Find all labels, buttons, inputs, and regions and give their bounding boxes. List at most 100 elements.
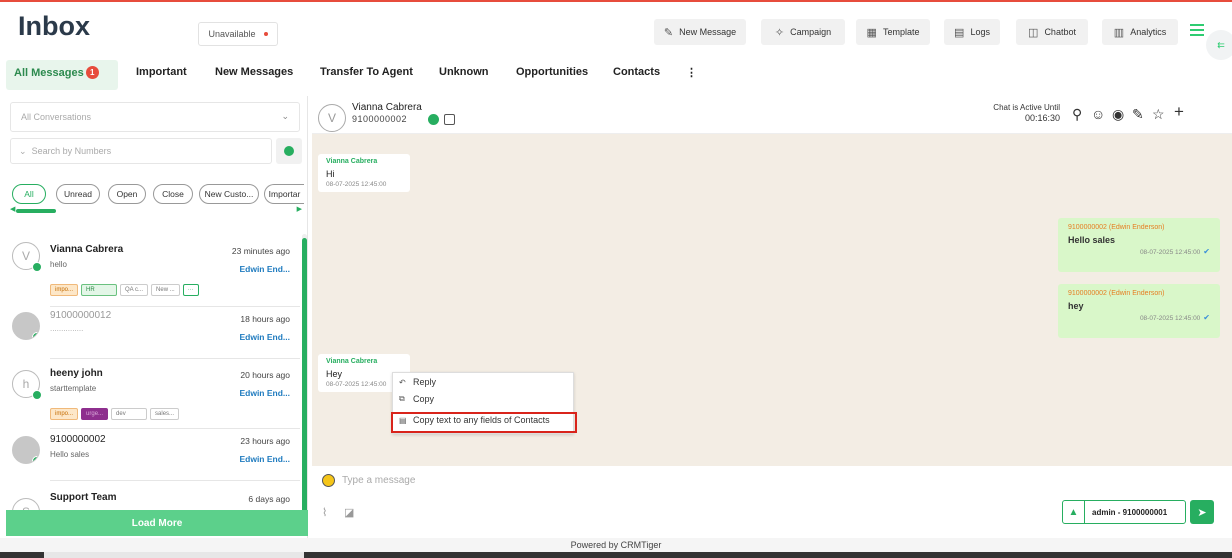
search-button[interactable]	[276, 138, 302, 164]
filter-chip-open[interactable]: Open	[108, 184, 146, 204]
conversation-filter-value: All Conversations	[21, 112, 92, 122]
taskbar-strip	[0, 552, 1232, 558]
chevron-up-icon[interactable]: ▲	[1063, 501, 1085, 523]
message-text: Hey	[326, 369, 343, 379]
add-icon[interactable]: +	[1174, 102, 1184, 122]
chat-contact-name: Vianna Cabrera	[352, 102, 422, 113]
analytics-icon: ▥	[1113, 26, 1125, 39]
message-input[interactable]: Type a message	[342, 475, 415, 486]
more-tabs-icon[interactable]: ⋮	[686, 66, 697, 79]
search-input[interactable]: ⌄ Search by Numbers	[10, 138, 272, 164]
edit-icon[interactable]: ✎	[1132, 106, 1144, 123]
campaign-icon: ✧	[774, 26, 785, 39]
list-item[interactable]: 91000000012 ............... 18 hours ago…	[6, 308, 298, 358]
powered-by-footer: Powered by CRMTiger	[0, 538, 1232, 552]
tab-unknown[interactable]: Unknown	[439, 66, 489, 78]
message-text: Hi	[326, 169, 335, 179]
incoming-message[interactable]: Vianna Cabrera Hi 08-07-2025 12:45:00	[318, 154, 410, 192]
copy-label: Copy	[413, 394, 435, 404]
conversation-scroll-thumb[interactable]	[302, 238, 307, 523]
list-item[interactable]: 9100000002 Hello sales 23 hours ago Edwi…	[6, 430, 298, 480]
list-item[interactable]: h heeny john starttemplate 20 hours ago …	[6, 362, 298, 428]
divider	[50, 306, 300, 307]
conversation-sidebar: All Conversations ⌄ ⌄ Search by Numbers …	[6, 96, 308, 538]
tab-contacts[interactable]: Contacts	[613, 66, 660, 78]
load-more-button[interactable]: Load More	[6, 510, 308, 536]
new-message-icon: ✎	[663, 26, 674, 39]
outgoing-message[interactable]: 9100000002 (Edwin Enderson) Hello sales …	[1058, 218, 1220, 272]
message-timestamp: 08-07-2025 12:45:00	[1139, 249, 1201, 256]
conversation-scrollbar[interactable]	[302, 234, 307, 534]
reply-icon: ↶	[399, 377, 406, 387]
hamburger-menu-icon[interactable]	[1190, 24, 1204, 36]
send-button[interactable]: ➤	[1190, 500, 1214, 524]
filter-chip-important[interactable]: Importar	[264, 184, 304, 204]
tab-all-messages[interactable]: All Messages 1	[14, 66, 99, 79]
sender-select[interactable]: ▲ admin - 9100000001	[1062, 500, 1186, 524]
add-user-icon[interactable]: ☺	[1091, 106, 1105, 122]
list-item[interactable]: S Support Team 6 days ago	[6, 488, 298, 510]
last-message: hello	[50, 260, 67, 269]
timestamp: 18 hours ago	[240, 314, 290, 324]
template-button[interactable]: ▦ Template	[856, 19, 930, 45]
filter-chip-all[interactable]: All	[12, 184, 46, 204]
emoji-icon[interactable]	[322, 474, 335, 487]
double-check-icon: ✔	[1203, 313, 1210, 322]
message-text: hey	[1068, 301, 1084, 311]
active-until-label: Chat is Active Until	[993, 103, 1060, 112]
template-insert-icon[interactable]: ◪	[344, 506, 354, 519]
list-item[interactable]: V Vianna Cabrera hello 23 minutes ago Ed…	[6, 238, 298, 304]
tab-label: All Messages	[14, 67, 84, 79]
assigned-agent[interactable]: Edwin End...	[239, 264, 290, 274]
chips-scroll-thumb[interactable]	[16, 209, 56, 213]
filter-chip-unread[interactable]: Unread	[56, 184, 100, 204]
copy-menu-item[interactable]: ⧉ Copy	[399, 394, 434, 404]
message-composer: Type a message ⌇ ◪ ▲ admin - 9100000001 …	[312, 466, 1232, 538]
tab-new-messages[interactable]: New Messages	[215, 66, 293, 78]
message-meta: 08-07-2025 12:45:00 ✔	[1068, 247, 1210, 256]
chatbot-button[interactable]: ◫ Chatbot	[1016, 19, 1088, 45]
campaign-button[interactable]: ✧ Campaign	[761, 19, 845, 45]
divider	[50, 480, 300, 481]
contact-name: 91000000012	[50, 310, 112, 321]
active-until-time: 00:16:30	[1024, 113, 1060, 123]
message-meta: 08-07-2025 12:45:00 ✔	[1068, 313, 1210, 322]
star-icon[interactable]: ☆	[1152, 106, 1165, 123]
taskbar-segment	[44, 552, 304, 558]
divider	[50, 358, 300, 359]
eye-icon[interactable]: ◉	[1112, 106, 1124, 123]
tab-transfer-to-agent[interactable]: Transfer To Agent	[320, 66, 413, 78]
attachment-icon[interactable]: ⌇	[322, 506, 327, 519]
tag-chip: impo...	[50, 284, 79, 296]
assigned-agent[interactable]: Edwin End...	[239, 388, 290, 398]
assigned-agent[interactable]: Edwin End...	[239, 454, 290, 464]
assigned-agent[interactable]: Edwin End...	[239, 332, 290, 342]
conversation-filter-select[interactable]: All Conversations ⌄	[10, 102, 300, 132]
message-sender: 9100000002 (Edwin Enderson)	[1068, 224, 1165, 231]
availability-dropdown[interactable]: Unavailable	[198, 22, 278, 46]
template-icon: ▦	[866, 26, 877, 39]
analytics-button[interactable]: ▥ Analytics	[1102, 19, 1178, 45]
collapse-panel-icon[interactable]: ⇇	[1206, 30, 1232, 60]
whatsapp-icon	[32, 456, 39, 463]
whatsapp-icon	[32, 332, 39, 339]
whatsapp-icon	[32, 390, 42, 400]
logs-button[interactable]: ▤ Logs	[944, 19, 1000, 45]
contact-card-icon[interactable]	[444, 114, 455, 125]
tab-important[interactable]: Important	[136, 66, 187, 78]
send-icon: ➤	[1197, 506, 1207, 519]
timestamp: 23 hours ago	[240, 436, 290, 446]
outgoing-message[interactable]: 9100000002 (Edwin Enderson) hey 08-07-20…	[1058, 284, 1220, 338]
unread-count-badge: 1	[85, 66, 99, 79]
message-timestamp: 08-07-2025 12:45:00	[1139, 315, 1201, 322]
reply-menu-item[interactable]: ↶ Reply	[399, 377, 436, 387]
search-icon[interactable]: ⚲	[1072, 106, 1082, 123]
more-tags-icon[interactable]: ···	[182, 284, 199, 296]
filter-chip-close[interactable]: Close	[153, 184, 193, 204]
filter-chip-new-customer[interactable]: New Custo...	[199, 184, 259, 204]
new-message-button[interactable]: ✎ New Message	[654, 19, 746, 45]
tab-opportunities[interactable]: Opportunities	[516, 66, 588, 78]
message-sender: 9100000002 (Edwin Enderson)	[1068, 290, 1165, 297]
chips-scrollbar[interactable]: ◀ ▶	[10, 206, 302, 214]
availability-label: Unavailable	[208, 29, 256, 39]
